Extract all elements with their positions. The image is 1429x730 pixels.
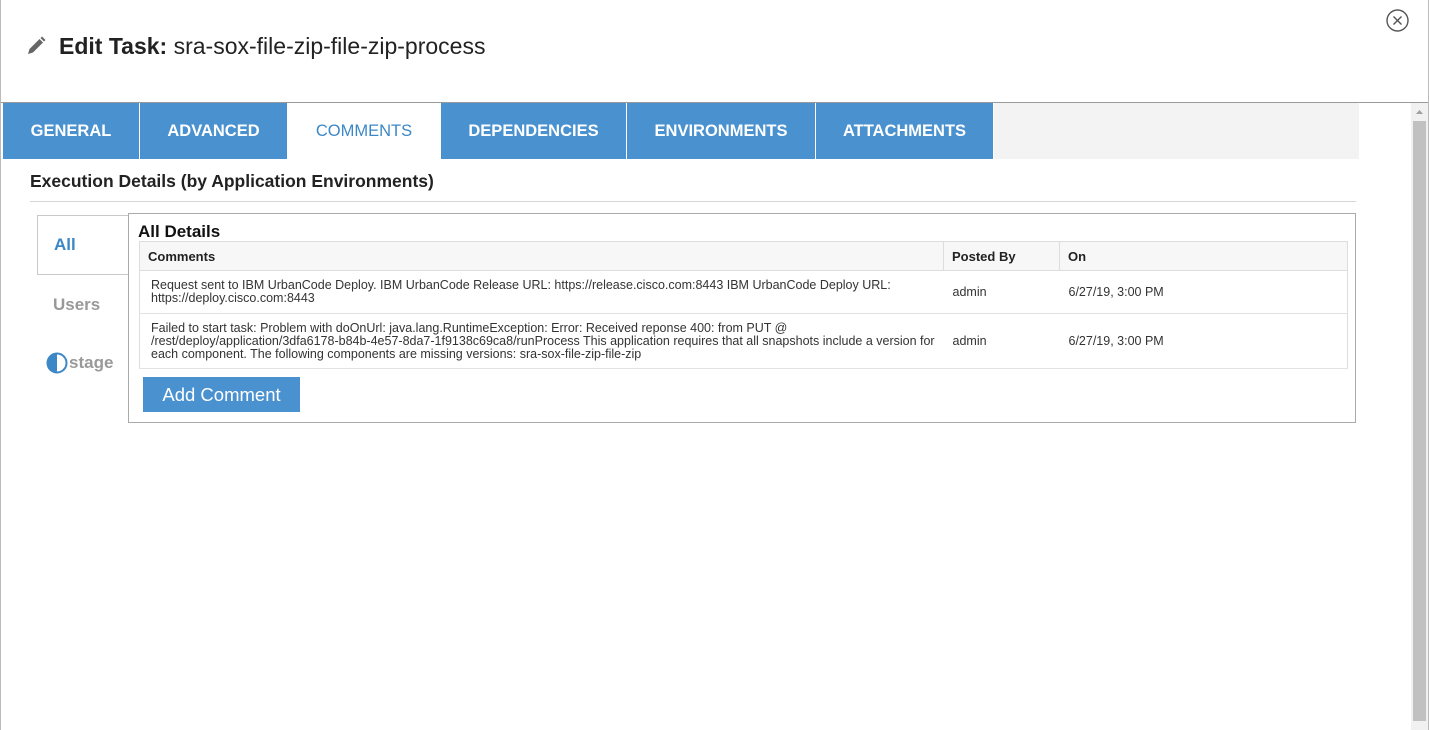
tab-dependencies[interactable]: DEPENDENCIES [441,103,627,159]
dialog-header: Edit Task: sra-sox-file-zip-file-zip-pro… [1,0,1428,103]
filter-label-all: All [54,235,76,254]
table-row: Request sent to IBM UrbanCode Deploy. IB… [139,270,1348,314]
add-comment-button[interactable]: Add Comment [143,377,300,412]
close-icon[interactable] [1385,8,1410,33]
vertical-scrollbar[interactable] [1411,103,1428,730]
tab-comments[interactable]: COMMENTS [288,103,441,159]
table-header-row: Comments Posted By On [139,241,1348,271]
filter-tab-all[interactable]: All [37,215,129,275]
tab-general[interactable]: GENERAL [3,103,140,159]
task-name: sra-sox-file-zip-file-zip-process [173,33,486,59]
tab-environments[interactable]: ENVIRONMENTS [627,103,816,159]
table-row: Failed to start task: Problem with doOnU… [139,313,1348,369]
column-header-posted-by[interactable]: Posted By [943,241,1060,271]
section-divider [30,201,1356,202]
comments-table: Comments Posted By On Request sent to IB… [139,241,1348,369]
filter-tab-users[interactable]: Users [37,275,129,335]
filter-tab-stage[interactable]: stage [37,333,129,393]
filter-label-users: Users [53,295,101,314]
posted-by-cell: admin [943,313,1060,369]
half-circle-icon [46,352,68,374]
panel-title: All Details [138,222,221,241]
edit-task-dialog: Edit Task: sra-sox-file-zip-file-zip-pro… [0,0,1429,730]
comment-cell: Request sent to IBM UrbanCode Deploy. IB… [139,270,944,314]
scroll-up-arrow-icon[interactable] [1411,105,1428,119]
title-label: Edit Task: [59,33,168,59]
date-cell: 6/27/19, 3:00 PM [1059,270,1348,314]
details-panel: All Details Comments Posted By On Reques… [128,213,1356,423]
scrollbar-thumb[interactable] [1413,121,1426,721]
column-header-comments[interactable]: Comments [139,241,944,271]
comment-cell: Failed to start task: Problem with doOnU… [139,313,944,369]
pencil-icon [28,36,46,54]
filter-label-stage: stage [69,353,114,372]
tab-attachments[interactable]: ATTACHMENTS [816,103,994,159]
date-cell: 6/27/19, 3:00 PM [1059,313,1348,369]
tab-advanced[interactable]: ADVANCED [140,103,288,159]
column-header-on[interactable]: On [1059,241,1348,271]
dialog-title: Edit Task: sra-sox-file-zip-file-zip-pro… [59,33,485,60]
tab-bar: GENERAL ADVANCED COMMENTS DEPENDENCIES E… [3,103,1359,159]
posted-by-cell: admin [943,270,1060,314]
section-heading: Execution Details (by Application Enviro… [30,171,434,191]
